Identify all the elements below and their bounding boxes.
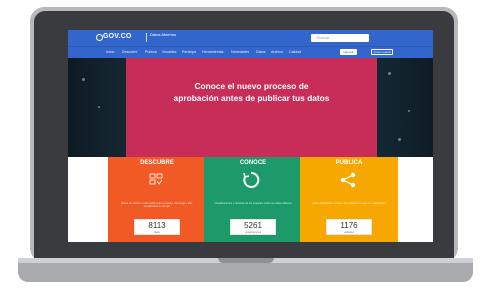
nav-item-calidad[interactable]: Calidad [289, 50, 301, 54]
hero-title: Conoce el nuevo proceso de aprobación an… [126, 80, 377, 104]
stat-box: 8113 datos [134, 219, 180, 235]
nav-item-publica[interactable]: Publica [145, 50, 157, 54]
hero-title-line2: aprobación antes de publicar tus datos [173, 93, 330, 103]
stat-value: 8113 [148, 221, 166, 230]
grid-icon [149, 173, 163, 185]
nav-item-herramientas[interactable]: Herramientas [202, 50, 224, 54]
gov-logo-icon [96, 34, 103, 41]
nav-item-novedades[interactable]: Novedades [231, 50, 249, 54]
card-descubre[interactable]: DESCUBRE Datos de interés e información … [108, 157, 206, 242]
stat-box: 5261 visualizaciones [230, 219, 276, 235]
card-desc: Visualizaciones e historias de los impac… [214, 202, 292, 205]
stat-value: 1176 [340, 221, 358, 230]
card-desc: Datos de interés e información para cons… [121, 202, 193, 209]
nav-item-datos[interactable]: Datos [256, 50, 265, 54]
login-button[interactable]: Ingresar [340, 49, 357, 55]
nav-item-archivo[interactable]: Archivo [271, 50, 283, 54]
gov-logo-text[interactable]: GOV.CO [103, 33, 132, 40]
card-desc: Datos del Estado a través de la platafor… [312, 202, 386, 205]
header-divider [146, 33, 147, 42]
nav-item-visualiza[interactable]: Visualiza [162, 50, 176, 54]
cycle-icon [243, 171, 260, 188]
share-icon [340, 172, 356, 188]
brand-text[interactable]: Datos Abiertos [150, 32, 176, 37]
hero-title-line1: Conoce el nuevo proceso de [194, 81, 309, 91]
nav-item-descubre[interactable]: Descubre [122, 50, 137, 54]
card-title: PUBLICA [335, 160, 363, 166]
card-publica[interactable]: PUBLICA Datos del Estado a través de la … [300, 157, 398, 242]
stat-label: datos [154, 231, 160, 234]
stat-label: visualizaciones [244, 231, 262, 234]
search-input[interactable]: Buscar [311, 34, 369, 42]
site-header: GOV.CO Datos Abiertos Buscar [68, 30, 433, 46]
stat-box: 1176 entidades [326, 219, 372, 235]
card-title: DESCUBRE [140, 160, 174, 166]
nav-item-inicio[interactable]: Inicio [106, 50, 114, 54]
nav-item-participa[interactable]: Participa [182, 50, 196, 54]
card-title: CONOCE [239, 160, 267, 166]
laptop-notch [218, 258, 274, 263]
stat-value: 5261 [244, 221, 262, 230]
browser-screen: GOV.CO Datos Abiertos Buscar Inicio Desc… [68, 30, 433, 242]
card-conoce[interactable]: CONOCE Visualizaciones e historias de lo… [204, 157, 302, 242]
register-button[interactable]: Crear cuenta [371, 49, 393, 55]
stat-label: entidades [343, 231, 355, 234]
hero-card[interactable]: Conoce el nuevo proceso de aprobación an… [126, 58, 377, 157]
